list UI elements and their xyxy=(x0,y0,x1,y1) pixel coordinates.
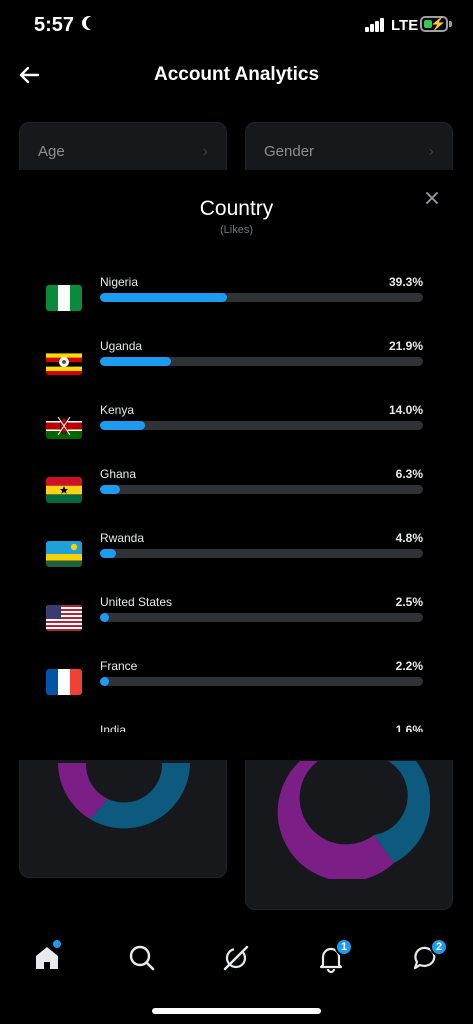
country-row: Ghana 6.3% xyxy=(0,452,473,516)
country-name: India xyxy=(100,723,127,732)
close-button[interactable] xyxy=(420,186,444,210)
country-name: Nigeria xyxy=(100,275,139,289)
tab-notifications[interactable]: 1 xyxy=(311,938,353,978)
progress-track xyxy=(100,421,423,430)
status-time: 5:57 xyxy=(34,14,75,36)
country-percent: 14.0% xyxy=(388,403,423,417)
country-name: France xyxy=(100,659,138,673)
modal-title: Country xyxy=(199,197,274,220)
moon-icon xyxy=(86,16,100,30)
country-modal: Country (Likes) Nigeria 39.3% Uganda 21.… xyxy=(0,170,473,760)
country-name: Ghana xyxy=(100,467,137,481)
grok-icon xyxy=(223,945,249,971)
progress-track xyxy=(100,293,423,302)
country-name: Rwanda xyxy=(100,531,145,545)
country-row: India 1.6% xyxy=(0,708,473,732)
progress-track xyxy=(100,485,423,494)
country-percent: 4.8% xyxy=(395,531,423,545)
progress-fill xyxy=(100,613,109,622)
tab-messages[interactable]: 2 xyxy=(406,938,448,978)
kenya-flag-icon xyxy=(46,413,82,439)
country-percent: 6.3% xyxy=(395,467,423,481)
search-icon xyxy=(129,945,155,971)
progress-fill xyxy=(100,677,109,686)
progress-fill xyxy=(100,293,227,302)
modal-subtitle: (Likes) xyxy=(219,224,253,236)
tab-home[interactable] xyxy=(27,938,67,978)
bottom-tab-bar: 1 2 xyxy=(0,930,473,986)
us-flag-icon xyxy=(46,605,82,631)
gender-donut-chart xyxy=(277,761,430,879)
country-row: France 2.2% xyxy=(0,644,473,708)
home-icon xyxy=(36,947,58,969)
chevron-right-icon: › xyxy=(202,143,208,160)
ghana-flag-icon xyxy=(46,477,82,503)
messages-badge: 2 xyxy=(430,938,448,956)
france-flag-icon xyxy=(46,669,82,695)
progress-fill xyxy=(100,421,146,430)
progress-fill xyxy=(100,549,116,558)
age-card-label: Age xyxy=(38,143,65,160)
progress-fill xyxy=(100,357,171,366)
chevron-right-icon: › xyxy=(428,143,434,160)
progress-fill xyxy=(100,485,121,494)
country-percent: 1.6% xyxy=(395,723,423,732)
notifications-badge: 1 xyxy=(335,938,353,956)
home-new-dot xyxy=(53,940,61,948)
battery-tip xyxy=(449,21,452,27)
age-donut-chart xyxy=(58,763,190,829)
progress-track xyxy=(100,357,423,366)
home-indicator xyxy=(152,1008,321,1014)
country-percent: 21.9% xyxy=(388,339,423,353)
country-row: Kenya 14.0% xyxy=(0,388,473,452)
country-name: United States xyxy=(100,595,173,609)
tab-grok[interactable] xyxy=(216,938,256,978)
page-title: Account Analytics xyxy=(153,64,320,85)
battery-icon: ⚡ xyxy=(420,16,448,32)
close-icon xyxy=(426,192,438,204)
rwanda-flag-icon xyxy=(46,541,82,567)
nigeria-flag-icon xyxy=(46,285,82,311)
country-row: Nigeria 39.3% xyxy=(0,260,473,324)
country-row: Uganda 21.9% xyxy=(0,324,473,388)
country-percent: 39.3% xyxy=(388,275,423,289)
progress-track xyxy=(100,613,423,622)
country-name: Kenya xyxy=(100,403,135,417)
signal-icon xyxy=(365,18,385,32)
country-percent: 2.5% xyxy=(395,595,423,609)
country-row: United States 2.5% xyxy=(0,580,473,644)
country-list[interactable]: Nigeria 39.3% Uganda 21.9% Kenya 14.0% G… xyxy=(0,260,473,732)
country-row: Rwanda 4.8% xyxy=(0,516,473,580)
carrier-label: LTE xyxy=(391,17,419,34)
country-name: Uganda xyxy=(100,339,143,353)
progress-track xyxy=(100,677,423,686)
tab-search[interactable] xyxy=(122,938,162,978)
gender-card-label: Gender xyxy=(264,143,315,160)
progress-track xyxy=(100,549,423,558)
country-percent: 2.2% xyxy=(395,659,423,673)
uganda-flag-icon xyxy=(46,349,82,375)
status-bar: 5:57 LTE ⚡ xyxy=(0,0,473,52)
